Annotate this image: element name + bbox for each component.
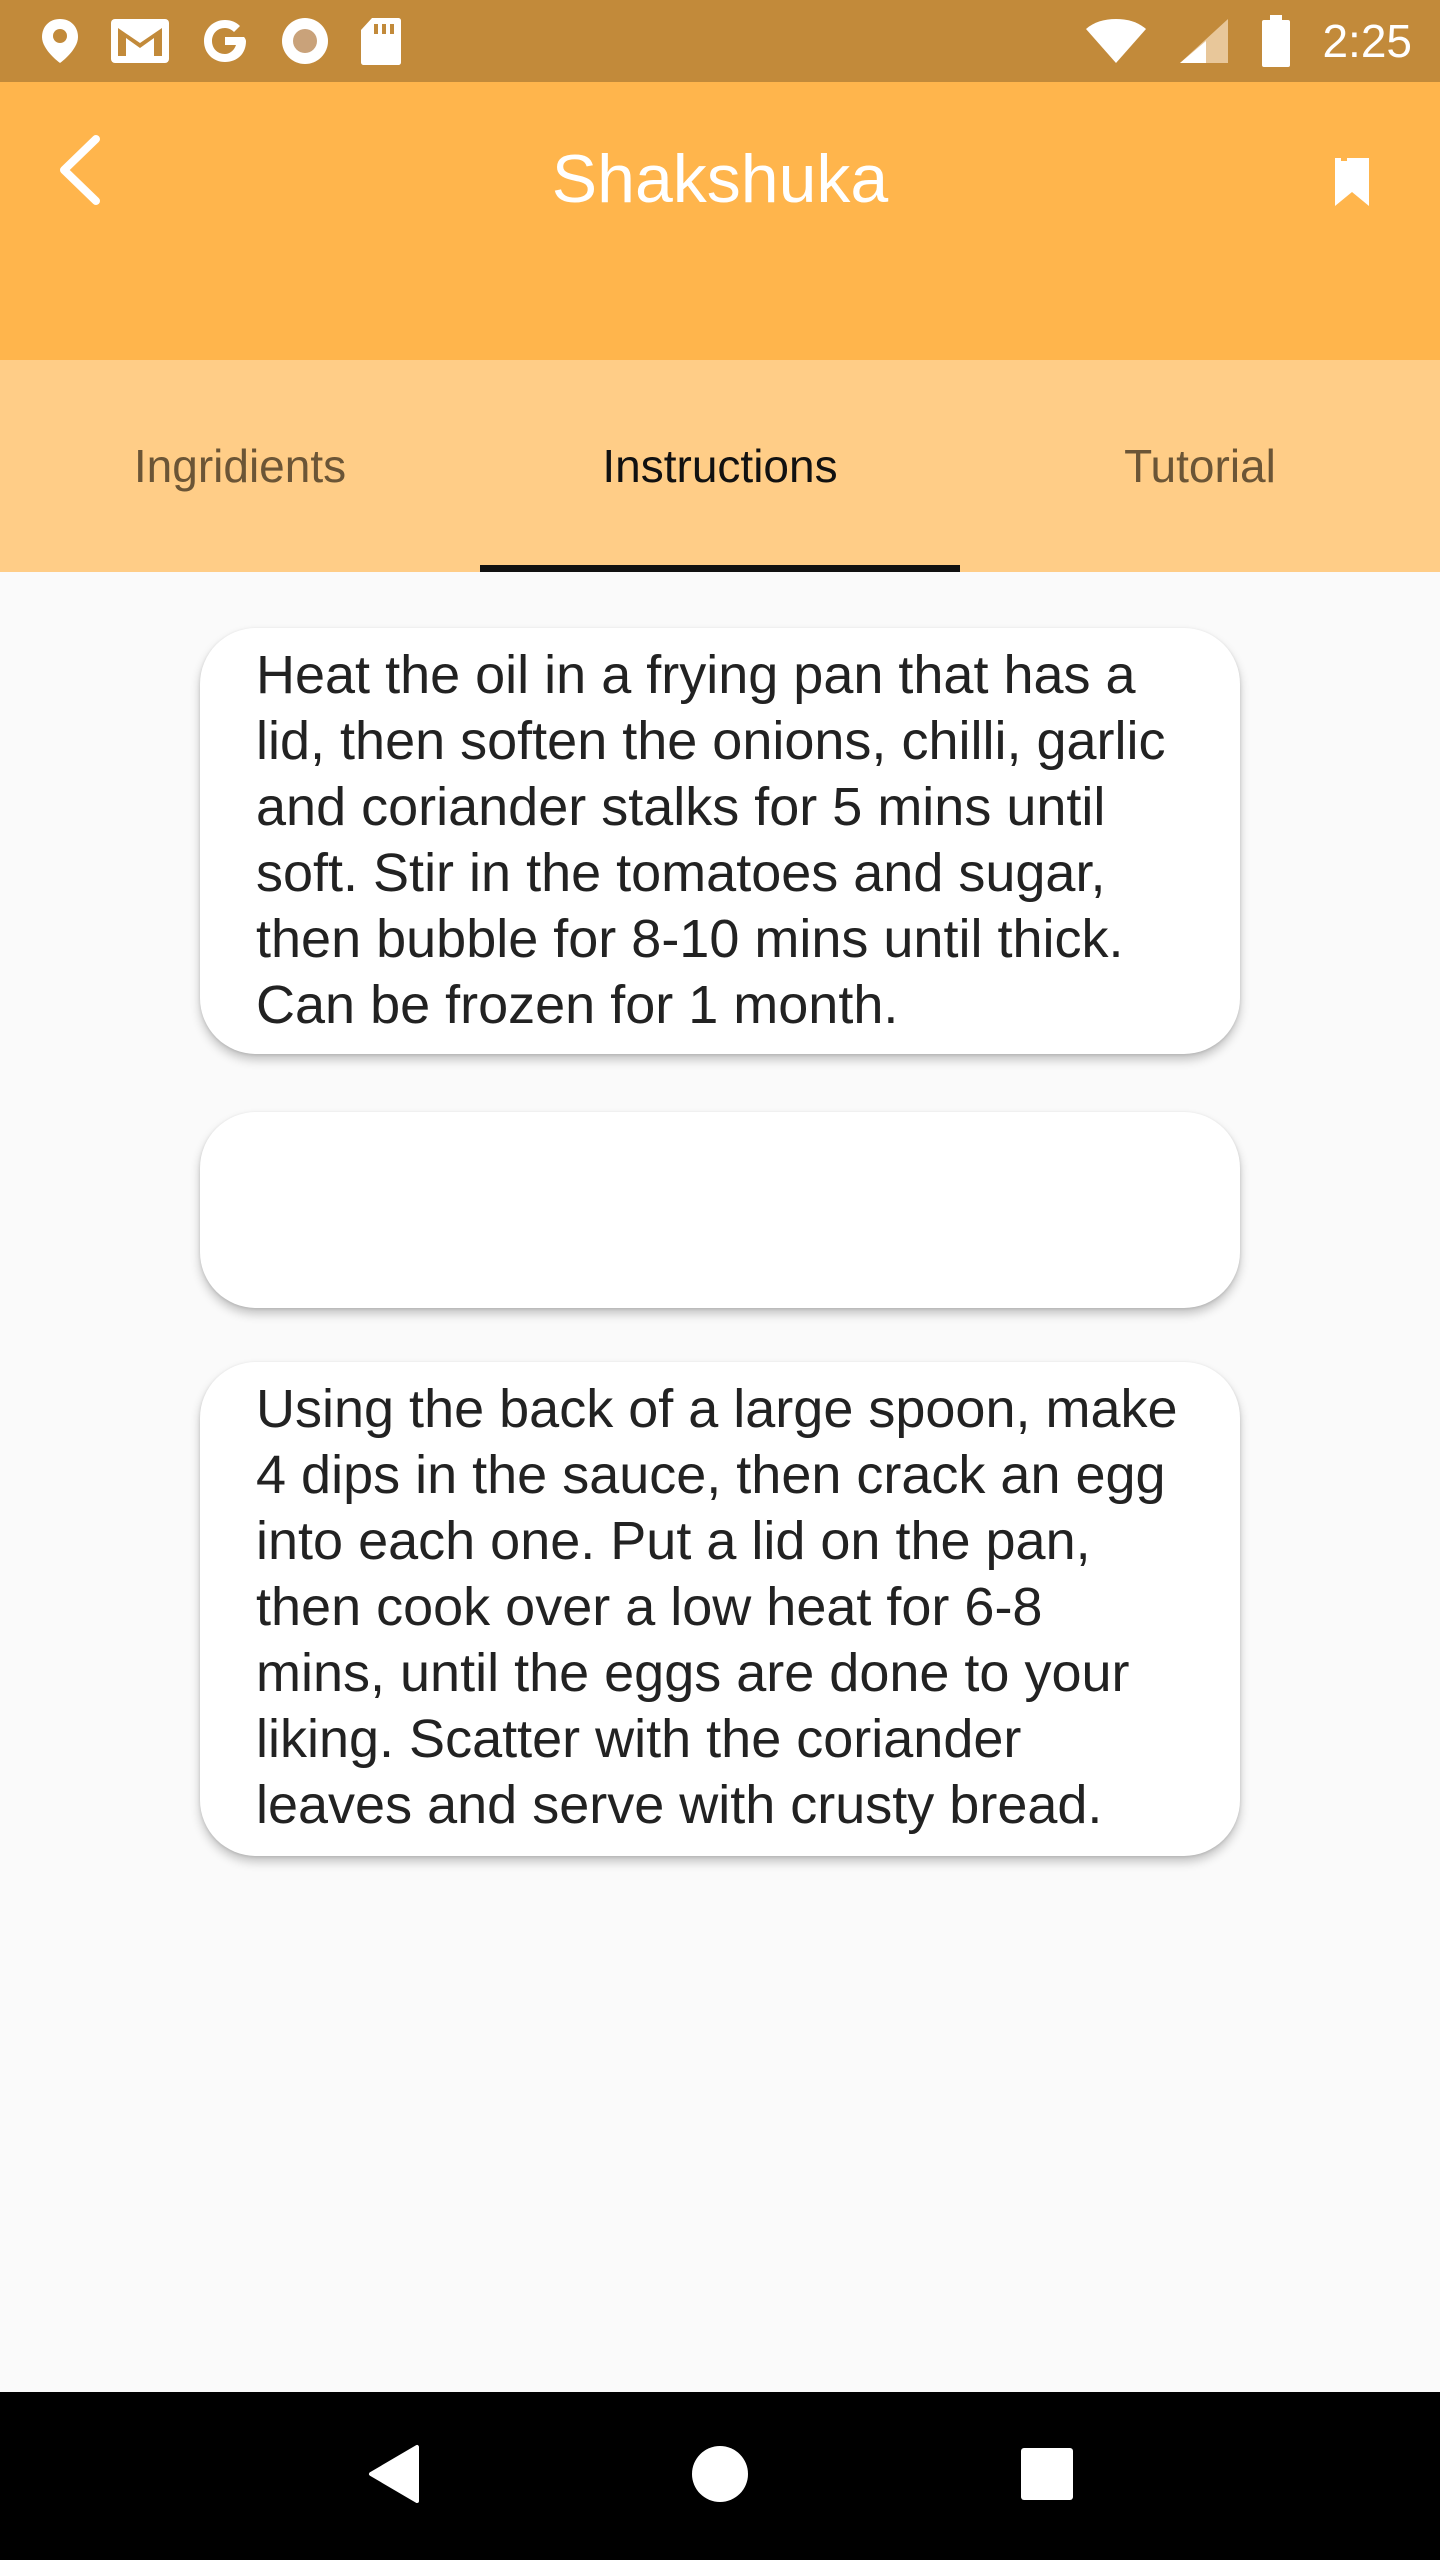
cell-signal-icon [1178,17,1230,65]
bookmark-button[interactable] [1324,152,1380,216]
instruction-card [200,1112,1240,1308]
square-recents-icon [1020,2447,1074,2506]
app-bar: Shakshuka [0,82,1440,360]
nav-back-button[interactable] [343,2426,443,2526]
triangle-back-icon [365,2443,421,2510]
status-time: 2:25 [1322,15,1412,67]
sd-card-icon [360,16,402,66]
record-icon [280,16,330,66]
wifi-icon [1084,17,1148,65]
nav-recents-button[interactable] [997,2426,1097,2526]
tab-ingridients[interactable]: Ingridients [0,360,480,572]
gmail-icon [110,18,170,64]
status-right-icons: 2:25 [1084,14,1412,68]
bookmark-icon [1333,156,1371,213]
status-bar: 2:25 [0,0,1440,82]
location-icon [40,17,80,65]
tab-tutorial[interactable]: Tutorial [960,360,1440,572]
google-icon [200,16,250,66]
instructions-list: Heat the oil in a frying pan that has a … [0,572,1440,2392]
instruction-card: Heat the oil in a frying pan that has a … [200,628,1240,1054]
battery-icon [1260,14,1292,68]
system-nav-bar [0,2392,1440,2560]
circle-home-icon [691,2445,749,2508]
nav-home-button[interactable] [670,2426,770,2526]
status-left-icons [40,16,402,66]
page-title: Shakshuka [551,141,889,217]
instruction-card: Using the back of a large spoon, make 4 … [200,1362,1240,1856]
tab-instructions[interactable]: Instructions [480,360,960,572]
tab-bar: Ingridients Instructions Tutorial [0,360,1440,572]
